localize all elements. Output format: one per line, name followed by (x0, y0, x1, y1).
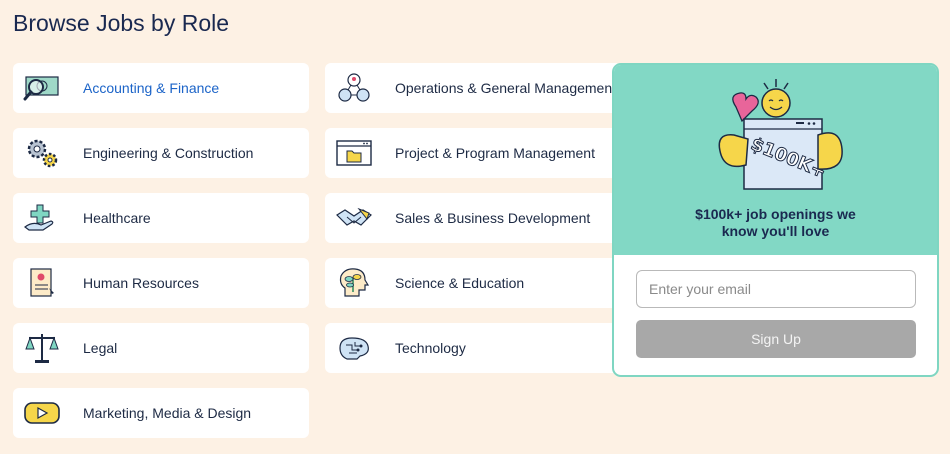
role-label: Sales & Business Development (395, 210, 591, 226)
role-card-accounting-finance[interactable]: Accounting & Finance (13, 63, 309, 113)
role-label: Accounting & Finance (83, 80, 220, 96)
role-card-human-resources[interactable]: Human Resources (13, 258, 309, 308)
role-card-technology[interactable]: Technology (325, 323, 621, 373)
brain-circuit-icon (335, 330, 373, 366)
promo-banner: $100K+ $100k+ job openings we know you'l… (614, 65, 937, 255)
email-input[interactable] (636, 270, 916, 308)
browser-folder-icon (335, 135, 373, 171)
role-card-project-program-management[interactable]: Project & Program Management (325, 128, 621, 178)
role-label: Human Resources (83, 275, 199, 291)
promo-heading: $100k+ job openings we know you'll love (695, 206, 856, 239)
role-card-healthcare[interactable]: Healthcare (13, 193, 309, 243)
head-plant-icon (335, 265, 373, 301)
medical-cross-hand-icon (23, 200, 61, 236)
role-label: Engineering & Construction (83, 145, 254, 161)
page-title: Browse Jobs by Role (13, 10, 230, 36)
money-magnifier-icon (23, 70, 61, 106)
resume-document-icon (23, 265, 61, 301)
promo-signup-card: $100K+ $100k+ job openings we know you'l… (612, 63, 939, 377)
role-card-engineering-construction[interactable]: Engineering & Construction (13, 128, 309, 178)
role-card-legal[interactable]: Legal (13, 323, 309, 373)
sign-up-button[interactable]: Sign Up (636, 320, 916, 358)
gears-icon (23, 135, 61, 171)
role-card-operations-general-management[interactable]: Operations & General Management (325, 63, 621, 113)
role-card-sales-business-development[interactable]: Sales & Business Development (325, 193, 621, 243)
role-label: Science & Education (395, 275, 525, 291)
justice-scale-icon (23, 330, 61, 366)
role-label: Legal (83, 340, 118, 356)
role-card-marketing-media-design[interactable]: Marketing, Media & Design (13, 388, 309, 438)
money-window-illustration-icon: $100K+ (718, 79, 843, 190)
role-label: Project & Program Management (395, 145, 595, 161)
play-button-icon (23, 395, 61, 431)
role-label: Marketing, Media & Design (83, 405, 252, 421)
role-label: Healthcare (83, 210, 151, 226)
handshake-icon (335, 200, 373, 236)
role-card-science-education[interactable]: Science & Education (325, 258, 621, 308)
network-people-icon (335, 70, 373, 106)
role-label: Operations & General Management (395, 80, 617, 96)
role-label: Technology (395, 340, 466, 356)
